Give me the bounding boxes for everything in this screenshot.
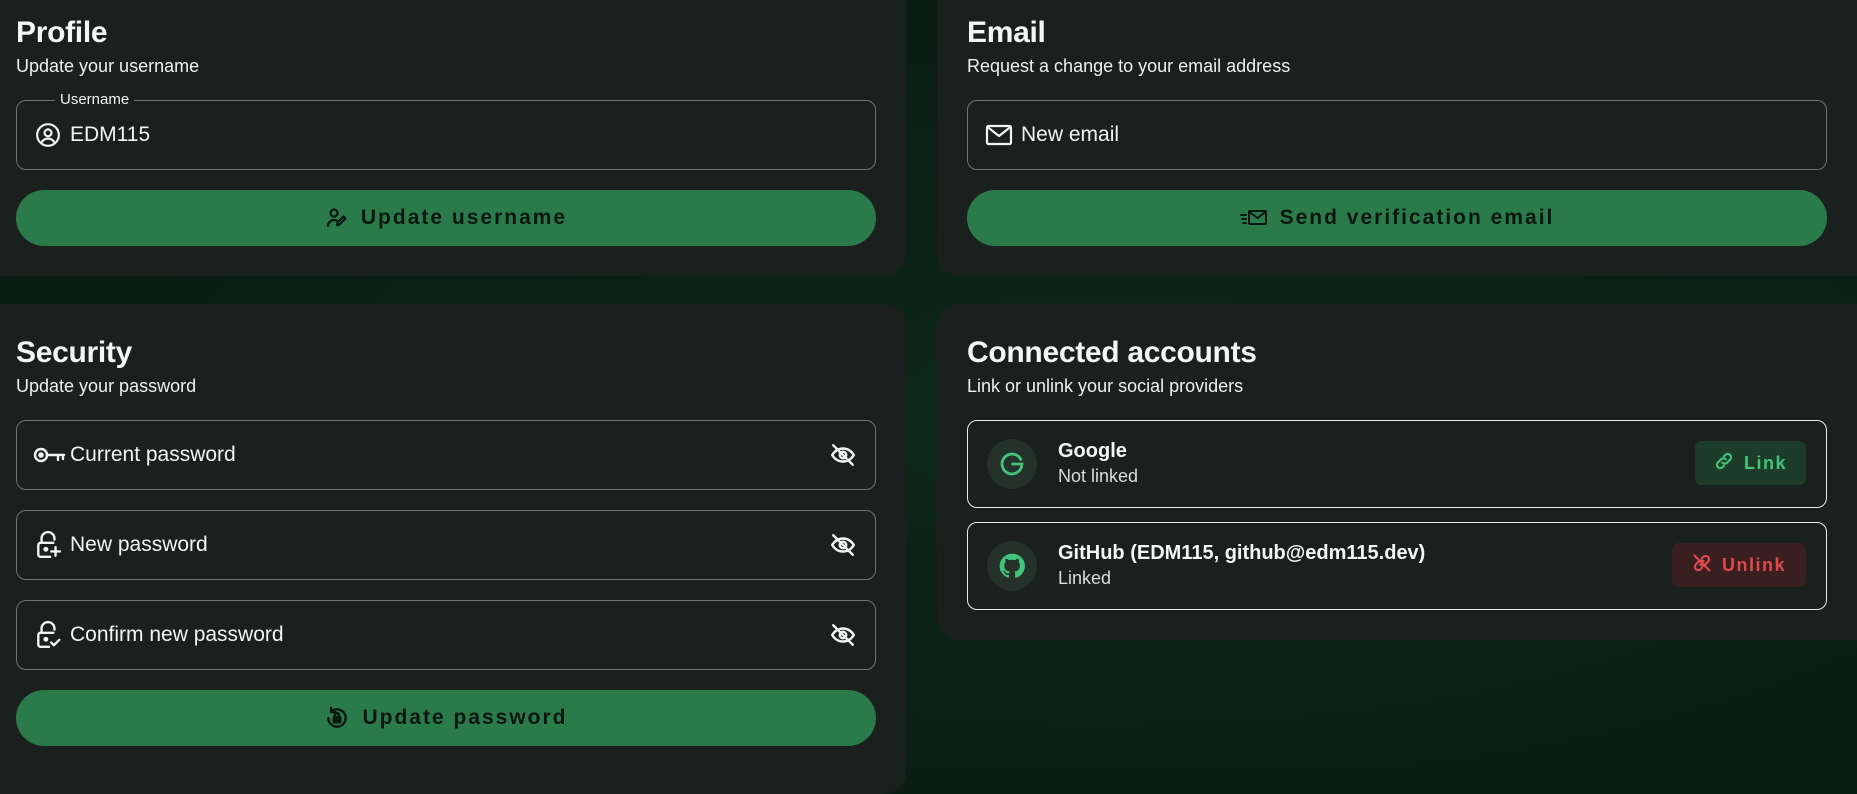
connected-accounts-card: Connected accounts Link or unlink your s… [937,304,1857,640]
user-edit-icon [325,206,349,230]
google-icon [987,439,1037,489]
unlink-icon [1692,553,1712,578]
username-label: Username [55,91,135,109]
security-card: Security Update your password Current pa… [0,304,906,794]
unlink-label: Unlink [1721,554,1786,575]
new-password-input[interactable]: New password [70,533,208,557]
lock-plus-icon [33,530,63,560]
eye-off-icon[interactable] [829,621,857,649]
github-icon [987,541,1037,591]
email-subtitle: Request a change to your email address [967,56,1291,76]
account-name: Google [1058,440,1127,462]
account-status: Linked [1058,568,1112,588]
eye-off-icon[interactable] [829,531,857,559]
send-verification-label: Send verification email [1279,206,1555,229]
eye-off-icon[interactable] [829,441,857,469]
update-username-label: Update username [360,206,568,229]
current-password-field[interactable]: Current password [16,420,876,490]
account-google: Google Not linked Link [967,420,1827,508]
key-icon [33,440,67,470]
confirm-password-field[interactable]: Confirm new password [16,600,876,670]
send-verification-button[interactable]: Send verification email [967,190,1827,246]
account-status: Not linked [1058,466,1139,486]
new-email-input[interactable]: New email [1021,123,1119,147]
account-name: GitHub (EDM115, github@edm115.dev) [1058,542,1426,564]
new-password-field[interactable]: New password [16,510,876,580]
link-icon [1714,451,1734,476]
connected-subtitle: Link or unlink your social providers [967,376,1244,396]
security-title: Security [16,336,132,369]
username-field[interactable]: Username EDM115 [16,91,876,170]
update-password-label: Update password [362,706,568,729]
profile-title: Profile [16,16,108,49]
profile-card: Profile Update your username Username ED… [0,0,906,276]
update-username-button[interactable]: Update username [16,190,876,246]
unlink-button[interactable]: Unlink [1672,543,1806,587]
security-subtitle: Update your password [16,376,197,396]
username-input[interactable]: EDM115 [70,123,150,147]
link-button[interactable]: Link [1695,441,1806,485]
current-password-input[interactable]: Current password [70,443,236,467]
update-password-button[interactable]: Update password [16,690,876,746]
connected-title: Connected accounts [967,336,1257,369]
email-title: Email [967,16,1046,49]
profile-subtitle: Update your username [16,56,200,76]
new-email-field[interactable]: New email [967,100,1827,170]
confirm-password-input[interactable]: Confirm new password [70,623,284,647]
lock-reset-icon [324,705,350,731]
lock-check-icon [33,620,63,650]
send-mail-icon [1239,208,1268,228]
link-label: Link [1743,452,1787,473]
mail-icon [984,120,1014,150]
account-github: GitHub (EDM115, github@edm115.dev) Linke… [967,522,1827,610]
email-card: Email Request a change to your email add… [937,0,1857,276]
user-circle-icon [33,120,63,150]
